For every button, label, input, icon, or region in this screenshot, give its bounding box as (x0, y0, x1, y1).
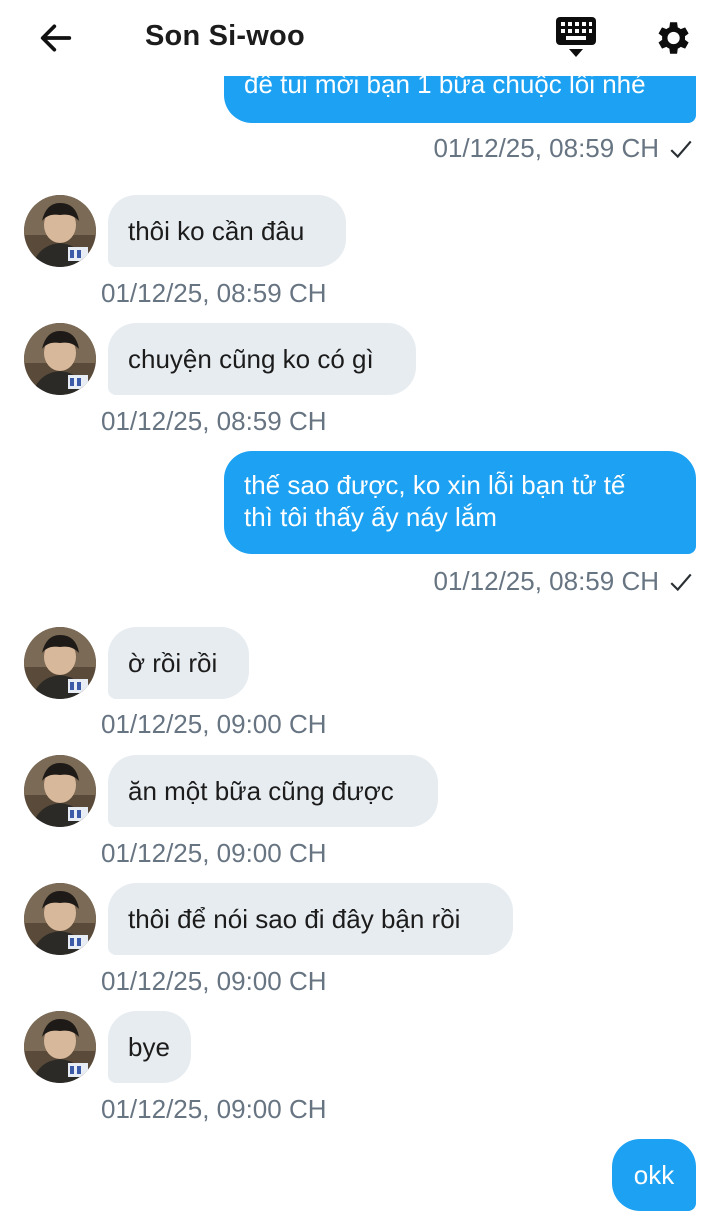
avatar[interactable] (24, 323, 96, 395)
message-list[interactable]: để tui mời bạn 1 bữa chuộc lỗi nhé 01/12… (0, 0, 720, 1218)
message-text-line: thì tôi thấy ấy náy lắm (244, 502, 497, 532)
message-text: ăn một bữa cũng được (128, 776, 394, 806)
message-text: okk (633, 1160, 675, 1190)
incoming-message-bubble[interactable]: ăn một bữa cũng được (108, 755, 438, 827)
keyboard-toggle-button[interactable] (548, 12, 604, 64)
avatar[interactable] (24, 1011, 96, 1083)
back-button[interactable] (30, 14, 82, 62)
message-timestamp: 01/12/25, 09:00 CH (101, 709, 327, 739)
avatar[interactable] (24, 883, 96, 955)
message-text: bye (128, 1032, 170, 1062)
sent-check-icon (670, 573, 692, 592)
message-text-line: thế sao được, ko xin lỗi bạn tử tế (244, 470, 626, 500)
keyboard-icon (556, 17, 596, 57)
gear-icon (658, 22, 689, 54)
avatar[interactable] (24, 627, 96, 699)
incoming-message-bubble[interactable]: chuyện cũng ko có gì (108, 323, 416, 395)
avatar[interactable] (24, 755, 96, 827)
message-timestamp: 01/12/25, 09:00 CH (101, 966, 327, 996)
message-text: chuyện cũng ko có gì (128, 344, 374, 374)
message-timestamp: 01/12/25, 09:00 CH (101, 1094, 327, 1124)
incoming-message-bubble[interactable]: bye (108, 1011, 191, 1083)
conversation-title: Son Si-woo (145, 20, 305, 52)
message-timestamp: 01/12/25, 08:59 CH (101, 406, 327, 436)
arrow-left-icon (40, 24, 72, 52)
message-timestamp: 01/12/25, 08:59 CH (101, 278, 327, 308)
message-text: thôi ko cần đâu (128, 216, 305, 246)
outgoing-message-bubble[interactable]: okk (612, 1139, 696, 1211)
message-text: thôi để nói sao đi đây bận rồi (128, 904, 461, 934)
sent-check-icon (670, 140, 692, 159)
message-timestamp: 01/12/25, 08:59 CH (433, 566, 660, 596)
chat-screen: để tui mời bạn 1 bữa chuộc lỗi nhé 01/12… (0, 0, 720, 1218)
message-timestamp: 01/12/25, 09:00 CH (101, 838, 327, 868)
incoming-message-bubble[interactable]: thôi để nói sao đi đây bận rồi (108, 883, 513, 955)
message-text: ờ rồi rồi (128, 648, 218, 678)
message-timestamp: 01/12/25, 08:59 CH (433, 133, 660, 163)
incoming-message-bubble[interactable]: thôi ko cần đâu (108, 195, 346, 267)
avatar[interactable] (24, 195, 96, 267)
settings-button[interactable] (644, 10, 700, 66)
outgoing-message-bubble[interactable]: thế sao được, ko xin lỗi bạn tử tế thì t… (224, 451, 696, 554)
incoming-message-bubble[interactable]: ờ rồi rồi (108, 627, 249, 699)
chat-header: Son Si-woo (0, 0, 720, 76)
